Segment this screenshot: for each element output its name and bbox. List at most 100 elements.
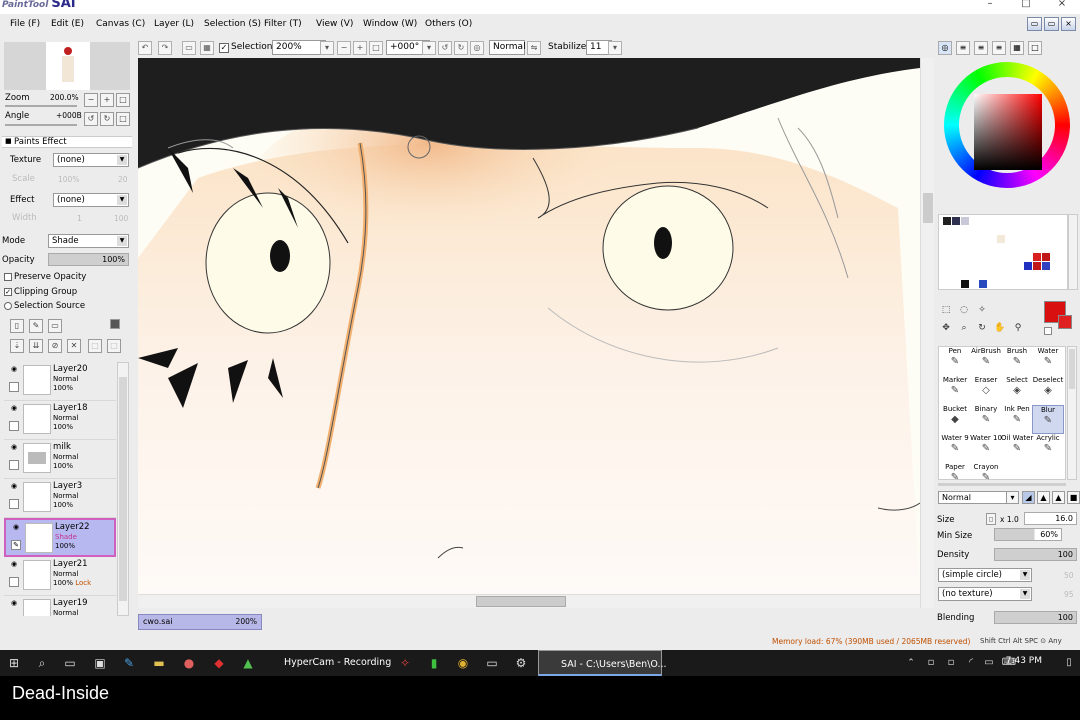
tool-eraser[interactable]: Eraser ◇ xyxy=(970,376,1002,405)
nav-rotate-right-icon[interactable]: ↻ xyxy=(100,112,114,126)
rotate-left-icon[interactable]: ↺ xyxy=(438,41,452,55)
rotate-icon[interactable]: ↻ xyxy=(976,322,988,334)
brush-shape-flat-icon[interactable]: ■ xyxy=(1067,491,1080,504)
app-icon[interactable]: ✧ xyxy=(396,654,414,672)
menu-edit[interactable]: Edit (E) xyxy=(51,19,84,29)
zoom-in-icon[interactable]: + xyxy=(353,41,367,55)
taskbar-sai[interactable]: SAI - C:\Users\Ben\O... xyxy=(538,650,667,676)
steam-icon[interactable]: ⚙ xyxy=(512,654,530,672)
flip-icon[interactable]: ⇋ xyxy=(527,41,541,55)
blend-dropdown-icon[interactable]: ▾ xyxy=(1006,491,1019,504)
density-slider[interactable]: 100 xyxy=(994,548,1077,561)
tool-water-10[interactable]: Water 10 ✎ xyxy=(970,434,1002,463)
saturation-value-square[interactable] xyxy=(974,94,1042,170)
canvas-area[interactable] xyxy=(138,58,934,608)
tool-acrylic[interactable]: Acrylic ✎ xyxy=(1032,434,1064,463)
layer-row[interactable]: ◉ Layer21 Normal 100% Lock xyxy=(4,557,116,596)
layer-opacity-slider[interactable]: 100% xyxy=(48,253,129,266)
new-layer-icon[interactable]: ▯ xyxy=(10,319,24,333)
background-color[interactable] xyxy=(1058,315,1072,329)
color-swatch[interactable] xyxy=(961,217,969,225)
redo-icon[interactable]: ↷ xyxy=(158,41,172,55)
tool-scrollbar[interactable] xyxy=(1067,346,1077,480)
app-icon[interactable]: ▮ xyxy=(425,654,443,672)
tool-marker[interactable]: Marker ✎ xyxy=(939,376,971,405)
swatch-scrollbar[interactable] xyxy=(1068,214,1078,290)
layer-scrollbar[interactable] xyxy=(117,362,129,616)
rotate-right-icon[interactable]: ↻ xyxy=(454,41,468,55)
mixer-tab-icon[interactable]: ≡ xyxy=(992,41,1006,55)
zoom-slider[interactable] xyxy=(5,105,77,107)
zoom-icon[interactable]: ⌕ xyxy=(958,322,970,334)
undo-icon[interactable]: ↶ xyxy=(138,41,152,55)
menu-canvas[interactable]: Canvas (C) xyxy=(96,19,145,29)
texture-select[interactable]: (none) ▼ xyxy=(53,153,129,167)
horizontal-scroll-thumb[interactable] xyxy=(476,596,566,607)
edit-toggle-icon[interactable] xyxy=(9,499,19,509)
menu-layer[interactable]: Layer (L) xyxy=(154,19,194,29)
doc-close-button[interactable]: × xyxy=(1061,17,1076,31)
stabilizer-dropdown-icon[interactable]: ▾ xyxy=(608,41,622,55)
layer-mode-select[interactable]: Shade ▼ xyxy=(48,234,129,248)
layer-row[interactable]: ◉Layer19Normal100% xyxy=(4,596,116,616)
color-swatch[interactable] xyxy=(1042,253,1050,261)
menu-selection[interactable]: Selection (S) xyxy=(204,19,261,29)
eye-icon[interactable]: ◉ xyxy=(8,599,20,608)
start-icon[interactable]: ⊞ xyxy=(5,654,23,672)
edit-toggle-icon[interactable] xyxy=(9,421,19,431)
zoom-out-icon[interactable]: − xyxy=(337,41,351,55)
paints-effect-header[interactable]: ■ Paints Effect xyxy=(2,136,132,148)
folder-icon[interactable]: ▬ xyxy=(150,654,168,672)
minimize-button[interactable]: – xyxy=(972,0,1008,10)
angle-dropdown-icon[interactable]: ▾ xyxy=(422,41,436,55)
brush-texture-select[interactable]: (no texture) ▼ xyxy=(938,587,1032,601)
tool-scroll-thumb[interactable] xyxy=(1069,349,1075,389)
nav-rotate-left-icon[interactable]: ↺ xyxy=(84,112,98,126)
rgb-sliders-tab-icon[interactable]: ≡ xyxy=(956,41,970,55)
clear-layer-icon[interactable]: ⊘ xyxy=(48,339,62,353)
search-icon[interactable]: ⌕ xyxy=(33,654,51,672)
doc-minimize-button[interactable]: ▭ xyxy=(1027,17,1042,31)
layer-row[interactable]: ◉ milk Normal 100% xyxy=(4,440,116,479)
tray-icon[interactable]: ▫ xyxy=(942,654,960,672)
zoom-select[interactable]: 200% xyxy=(272,40,326,55)
menu-window[interactable]: Window (W) xyxy=(363,19,417,29)
tool-water-9[interactable]: Water 9 ✎ xyxy=(939,434,971,463)
min-size-slider[interactable]: 60% xyxy=(994,528,1062,541)
tool-crayon[interactable]: Crayon ✎ xyxy=(970,463,1002,492)
color-swatch[interactable] xyxy=(1042,262,1050,270)
tool-oil-water[interactable]: Oil Water ✎ xyxy=(1001,434,1033,463)
tool-water[interactable]: Water ✎ xyxy=(1032,347,1064,376)
document-tab[interactable]: cwo.sai 200% xyxy=(138,614,262,630)
tool-binary[interactable]: Binary ✎ xyxy=(970,405,1002,434)
color-swatch[interactable] xyxy=(1033,253,1041,261)
color-swatch[interactable] xyxy=(997,235,1005,243)
eye-icon[interactable]: ◉ xyxy=(8,404,20,413)
swatch-grid[interactable] xyxy=(938,214,1068,290)
app-icon[interactable]: ◆ xyxy=(210,654,228,672)
effect-select[interactable]: (none) ▼ xyxy=(53,193,129,207)
color-swatch[interactable] xyxy=(979,280,987,288)
notification-icon[interactable]: ▯ xyxy=(1060,654,1078,672)
task-view-icon[interactable]: ▭ xyxy=(61,654,79,672)
eyedropper-icon[interactable]: ⚲ xyxy=(1012,322,1024,334)
eye-icon[interactable]: ◉ xyxy=(8,560,20,569)
canvas-vertical-scrollbar[interactable] xyxy=(920,58,934,608)
edit-toggle-icon[interactable]: ✎ xyxy=(11,540,21,550)
vertical-scroll-thumb[interactable] xyxy=(923,193,933,223)
tool-ink-pen[interactable]: Ink Pen ✎ xyxy=(1001,405,1033,434)
menu-filter[interactable]: Filter (T) xyxy=(264,19,302,29)
tool-blur[interactable]: Blur ✎ xyxy=(1032,405,1064,434)
menu-view[interactable]: View (V) xyxy=(316,19,353,29)
zoom-reset-icon[interactable]: □ xyxy=(369,41,383,55)
canvas-horizontal-scrollbar[interactable] xyxy=(138,594,920,608)
size-slider[interactable]: 16.0 xyxy=(1024,512,1077,525)
layer-scroll-thumb[interactable] xyxy=(119,377,127,601)
tool-pen[interactable]: Pen ✎ xyxy=(939,347,971,376)
color-wheel-tab-icon[interactable]: ◎ xyxy=(938,41,952,55)
current-color-box[interactable] xyxy=(1044,301,1074,337)
clipping-group-checkbox[interactable]: ✓ Clipping Group xyxy=(4,287,77,297)
brush-shape-soft-icon[interactable]: ▲ xyxy=(1052,491,1065,504)
delete-layer-icon[interactable]: ✕ xyxy=(67,339,81,353)
brush-blend-select[interactable]: Normal xyxy=(938,491,1016,504)
